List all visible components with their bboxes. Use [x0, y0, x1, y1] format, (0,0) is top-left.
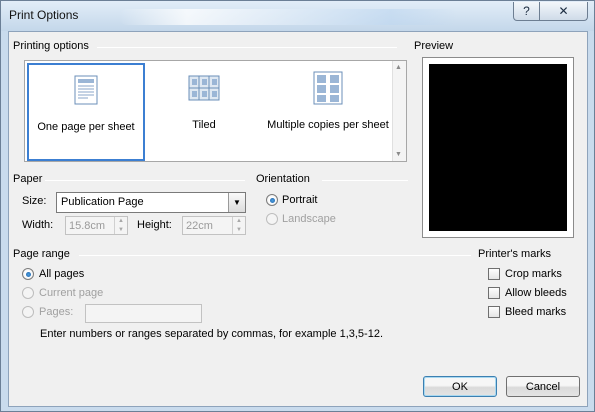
portrait-radio[interactable]: [266, 194, 278, 206]
portrait-label[interactable]: Portrait: [282, 194, 317, 206]
height-value: 22cm: [186, 220, 213, 232]
printing-options-list[interactable]: One page per sheet Tiled Multiple copies…: [24, 60, 407, 162]
scroll-up-icon[interactable]: ▲: [395, 64, 402, 71]
page-range-header: Page range: [13, 248, 70, 260]
size-label: Size:: [22, 195, 47, 207]
option-label: Tiled: [192, 119, 216, 131]
allow-bleeds-checkbox[interactable]: [488, 287, 500, 299]
height-label: Height:: [137, 219, 172, 231]
current-page-label: Current page: [39, 287, 104, 299]
scroll-down-icon[interactable]: ▼: [395, 151, 402, 158]
dialog-title: Print Options: [9, 8, 79, 22]
printers-marks-header: Printer's marks: [478, 248, 551, 260]
spin-down-icon: ▼: [118, 226, 124, 233]
pages-label: Pages:: [39, 306, 74, 318]
height-spinner: 22cm ▲ ▼: [182, 216, 246, 235]
option-multiple-copies[interactable]: Multiple copies per sheet: [263, 63, 393, 161]
tiled-pages-icon: [188, 71, 220, 105]
options-scrollbar[interactable]: ▲ ▼: [392, 61, 406, 161]
bleed-marks-label[interactable]: Bleed marks: [505, 306, 566, 318]
all-pages-label[interactable]: All pages: [39, 268, 84, 280]
spin-down-icon: ▼: [236, 226, 242, 233]
title-bar-glow: [119, 9, 459, 25]
orientation-header: Orientation: [256, 173, 310, 185]
width-label: Width:: [22, 219, 54, 231]
landscape-label: Landscape: [282, 213, 336, 225]
current-page-radio: [22, 287, 34, 299]
paper-size-select[interactable]: Publication Page ▼: [56, 192, 246, 213]
preview-page: [429, 64, 567, 231]
orientation-divider: [322, 180, 408, 181]
printing-options-divider: [97, 47, 397, 48]
option-one-page-per-sheet[interactable]: One page per sheet: [27, 63, 145, 161]
page-range-divider: [79, 255, 471, 256]
all-pages-radio[interactable]: [22, 268, 34, 280]
cancel-button-label: Cancel: [525, 380, 561, 393]
option-tiled[interactable]: Tiled: [151, 63, 257, 161]
option-label: One page per sheet: [37, 121, 135, 133]
single-page-icon: [74, 73, 98, 107]
paper-divider: [45, 180, 245, 181]
spin-up-icon: ▲: [118, 218, 124, 224]
width-spinner-buttons: ▲ ▼: [114, 217, 127, 234]
ok-button-label: OK: [452, 380, 468, 393]
crop-marks-checkbox[interactable]: [488, 268, 500, 280]
width-value: 15.8cm: [69, 220, 106, 232]
title-bar[interactable]: Print Options ? ✕: [1, 1, 594, 31]
allow-bleeds-label[interactable]: Allow bleeds: [505, 287, 567, 299]
print-options-dialog: Print Options ? ✕ Printing options One p…: [0, 0, 595, 412]
pages-input: [85, 304, 202, 323]
option-label: Multiple copies per sheet: [267, 119, 389, 131]
ok-button[interactable]: OK: [423, 376, 497, 397]
pages-radio: [22, 306, 34, 318]
height-spinner-buttons: ▲ ▼: [232, 217, 245, 234]
multiple-copies-icon: [313, 71, 343, 105]
preview-header: Preview: [414, 40, 454, 52]
landscape-radio: [266, 213, 278, 225]
dropdown-arrow-icon[interactable]: ▼: [228, 193, 245, 212]
printing-options-header: Printing options: [13, 40, 89, 52]
paper-header: Paper: [13, 173, 43, 185]
close-icon: ✕: [558, 4, 569, 18]
page-range-hint: Enter numbers or ranges separated by com…: [40, 328, 384, 340]
help-button[interactable]: ?: [513, 2, 540, 21]
width-spinner: 15.8cm ▲ ▼: [65, 216, 128, 235]
bleed-marks-checkbox[interactable]: [488, 306, 500, 318]
dialog-body: Printing options One page per sheet Tile…: [8, 31, 588, 407]
close-button[interactable]: ✕: [540, 2, 588, 21]
paper-size-value: Publication Page: [61, 196, 144, 208]
help-icon: ?: [523, 4, 530, 18]
spin-up-icon: ▲: [236, 218, 242, 224]
cancel-button[interactable]: Cancel: [506, 376, 580, 397]
preview-frame: [422, 57, 574, 238]
crop-marks-label[interactable]: Crop marks: [505, 268, 562, 280]
